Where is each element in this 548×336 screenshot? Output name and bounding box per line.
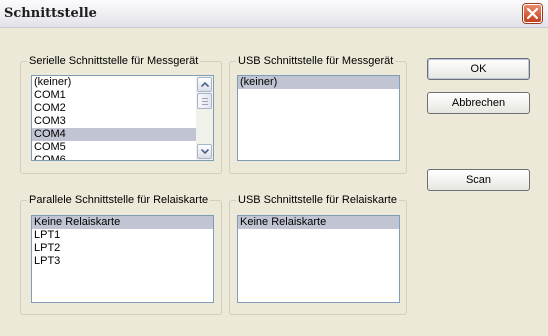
list-item[interactable]: COM2 [32,102,213,115]
serial-port-legend: Serielle Schnittstelle für Messgerät [29,55,199,67]
title-bar: Schnittstelle [0,0,548,28]
list-item[interactable]: (keiner) [32,76,213,89]
list-item[interactable]: COM5 [32,141,213,154]
vertical-scrollbar[interactable] [196,76,213,160]
scroll-down-button[interactable] [197,144,212,159]
chevron-up-icon [201,82,209,87]
parallel-port-list[interactable]: Keine Relaiskarte LPT1 LPT2 LPT3 [31,215,214,303]
list-item[interactable]: COM3 [32,115,213,128]
list-item[interactable]: LPT2 [32,242,213,255]
usb-device-items: (keiner) [238,76,399,89]
parallel-port-legend: Parallele Schnittstelle für Relaiskarte [29,194,209,206]
usb-relay-items: Keine Relaiskarte [238,216,399,229]
list-item[interactable]: Keine Relaiskarte [32,216,213,229]
ok-button[interactable]: OK [427,58,530,80]
usb-device-legend: USB Schnittstelle für Messgerät [238,55,394,67]
serial-port-items: (keiner) COM1 COM2 COM3 COM4 COM5 COM6 [32,76,213,160]
scan-button[interactable]: Scan [427,169,530,191]
parallel-port-items: Keine Relaiskarte LPT1 LPT2 LPT3 [32,216,213,268]
usb-relay-list[interactable]: Keine Relaiskarte [237,215,400,303]
usb-relay-legend: USB Schnittstelle für Relaiskarte [238,194,397,206]
close-icon [527,8,538,19]
window-title: Schnittstelle [4,6,97,21]
list-item[interactable]: Keine Relaiskarte [238,216,399,229]
usb-device-list[interactable]: (keiner) [237,75,400,161]
list-item[interactable]: (keiner) [238,76,399,89]
list-item[interactable]: LPT1 [32,229,213,242]
scroll-thumb[interactable] [197,93,212,109]
close-button[interactable] [523,4,542,23]
list-item[interactable]: COM6 [32,154,213,160]
list-item[interactable]: COM1 [32,89,213,102]
chevron-down-icon [201,149,209,154]
list-item[interactable]: LPT3 [32,255,213,268]
cancel-button[interactable]: Abbrechen [427,92,530,114]
list-item[interactable]: COM4 [32,128,213,141]
serial-port-list[interactable]: (keiner) COM1 COM2 COM3 COM4 COM5 COM6 [31,75,214,161]
scroll-up-button[interactable] [197,77,212,92]
